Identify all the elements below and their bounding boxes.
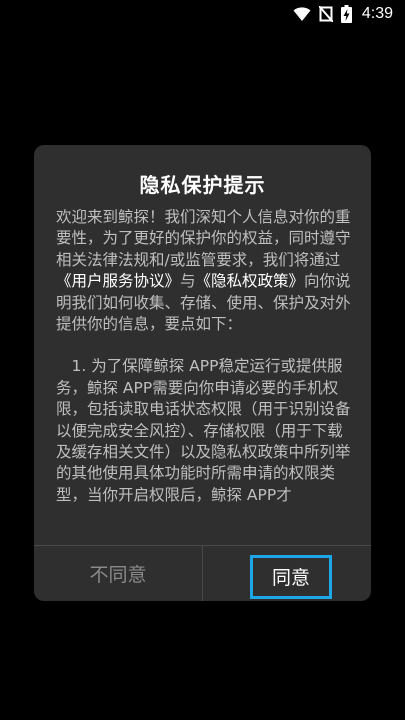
no-sim-icon (318, 6, 333, 22)
and-text: 与 (180, 272, 196, 291)
dialog-body[interactable]: 欢迎来到鲸探！我们深知个人信息对你的重要性，为了更好的保护你的权益，同时遵守相关… (56, 207, 353, 521)
privacy-policy-link[interactable]: 《隐私权政策》 (196, 272, 305, 290)
status-time: 4:39 (361, 5, 393, 22)
user-agreement-link[interactable]: 《用户服务协议》 (56, 272, 180, 290)
battery-charging-icon (340, 5, 352, 23)
dialog-title: 隐私保护提示 (139, 173, 266, 197)
wifi-icon (293, 6, 311, 22)
disagree-button[interactable]: 不同意 (34, 546, 202, 601)
agree-button-label: 同意 (250, 554, 332, 599)
privacy-dialog: 隐私保护提示 欢迎来到鲸探！我们深知个人信息对你的重要性，为了更好的保护你的权益… (34, 145, 371, 601)
agree-button[interactable]: 同意 (203, 546, 371, 601)
status-bar: 4:39 (0, 0, 405, 28)
intro-text: 欢迎来到鲸探！我们深知个人信息对你的重要性，为了更好的保护你的权益，同时遵守相关… (56, 208, 351, 269)
screen: 4:39 隐私保护提示 欢迎来到鲸探！我们深知个人信息对你的重要性，为了更好的保… (0, 0, 405, 720)
intro-paragraph: 欢迎来到鲸探！我们深知个人信息对你的重要性，为了更好的保护你的权益，同时遵守相关… (56, 207, 353, 335)
permissions-paragraph: 1. 为了保障鲸探 APP稳定运行或提供服务，鲸探 APP需要向你申请必要的手机… (56, 357, 351, 504)
